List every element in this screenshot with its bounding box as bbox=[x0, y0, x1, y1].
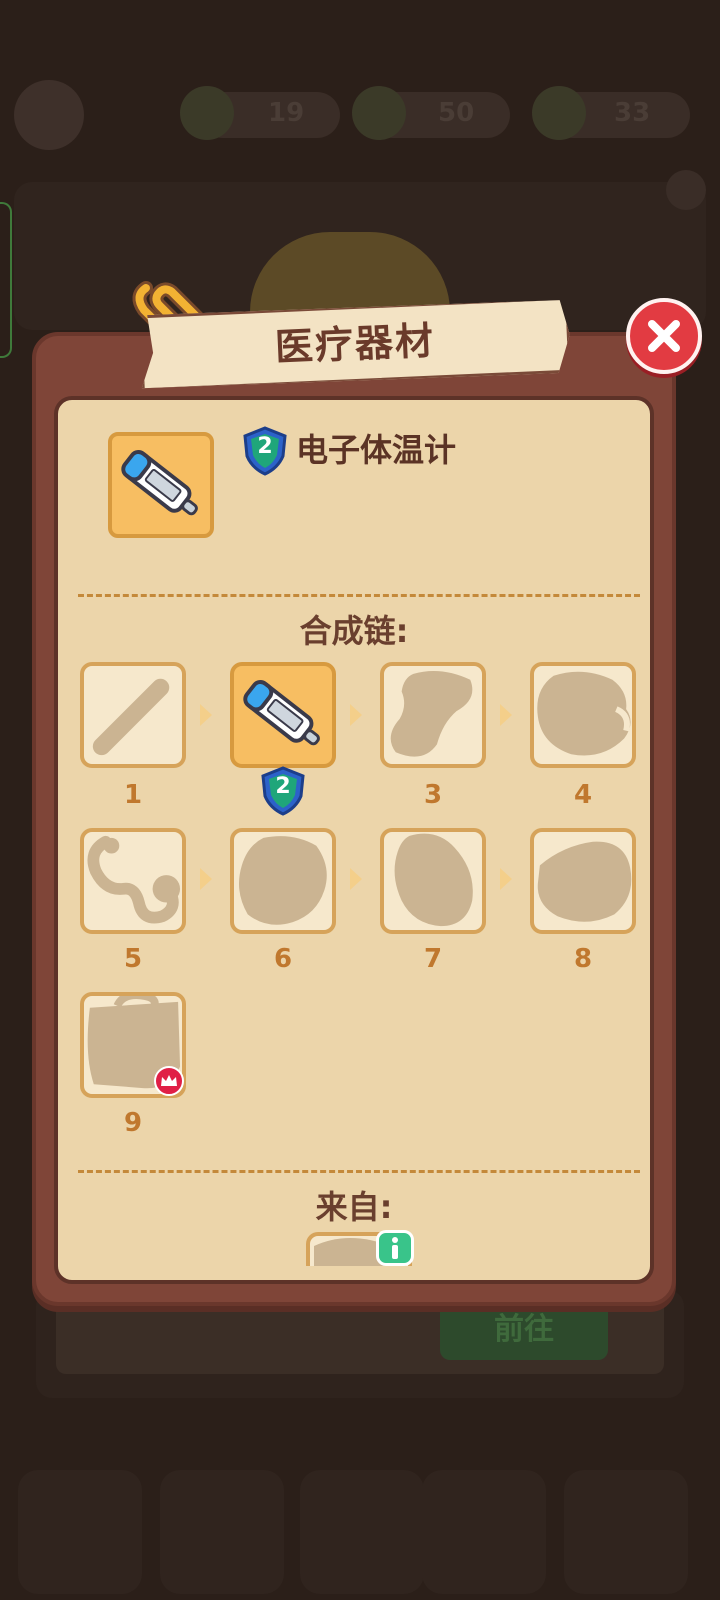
chain-item-number: 6 bbox=[273, 944, 293, 974]
chain-item-1[interactable] bbox=[80, 662, 186, 768]
crown-icon bbox=[161, 1075, 177, 1086]
info-icon bbox=[392, 1237, 398, 1259]
bottom-nav-slot bbox=[18, 1470, 142, 1594]
chain-item-4[interactable] bbox=[530, 662, 636, 768]
chevron-right-icon bbox=[350, 868, 362, 890]
item-name: 电子体温计 bbox=[296, 431, 457, 469]
locked-item-silhouette-icon bbox=[537, 841, 632, 922]
chain-item-5[interactable] bbox=[80, 828, 186, 934]
chain-item-6[interactable] bbox=[230, 828, 336, 934]
chain-item-number: 3 bbox=[423, 780, 443, 810]
locked-item-silhouette-icon bbox=[238, 836, 327, 925]
player-avatar bbox=[14, 80, 84, 150]
chevron-right-icon bbox=[350, 704, 362, 726]
stethoscope-silhouette-icon bbox=[87, 835, 181, 924]
chain-item-number: 7 bbox=[423, 944, 443, 974]
chain-item-number: 1 bbox=[123, 780, 143, 810]
thermometer-silhouette-icon bbox=[92, 678, 170, 756]
chain-item-8[interactable] bbox=[530, 828, 636, 934]
gem-value: 33 bbox=[614, 98, 651, 128]
locked-item-silhouette-icon bbox=[390, 670, 473, 757]
locked-item-silhouette-icon bbox=[537, 671, 631, 756]
info-icon bbox=[666, 170, 706, 210]
digital-thermometer-icon bbox=[243, 680, 320, 746]
bottom-nav-slot bbox=[564, 1470, 688, 1594]
side-tab bbox=[0, 202, 12, 358]
bottom-nav-slot bbox=[300, 1470, 424, 1594]
chevron-right-icon bbox=[500, 704, 512, 726]
chain-item-number: 5 bbox=[123, 944, 143, 974]
chain-item-7[interactable] bbox=[380, 828, 486, 934]
chevron-right-icon bbox=[200, 704, 212, 726]
close-button[interactable] bbox=[626, 298, 702, 374]
go-button: 前往 bbox=[440, 1300, 608, 1360]
source-info-button[interactable] bbox=[376, 1230, 414, 1266]
energy-icon bbox=[180, 86, 234, 140]
digital-thermometer-icon bbox=[121, 450, 198, 516]
chain-item-number: 4 bbox=[573, 780, 593, 810]
chain-item-number: 8 bbox=[573, 944, 593, 974]
merge-chain-title: 合成链: bbox=[299, 612, 409, 650]
chain-item-2[interactable] bbox=[230, 662, 336, 768]
energy-value: 19 bbox=[268, 98, 305, 128]
chain-item-3[interactable] bbox=[380, 662, 486, 768]
chevron-right-icon bbox=[500, 868, 512, 890]
divider bbox=[78, 594, 640, 597]
cash-value: 50 bbox=[438, 98, 475, 128]
source-title: 来自: bbox=[315, 1188, 393, 1226]
gem-icon bbox=[532, 86, 586, 140]
chain-item-number: 2 bbox=[275, 774, 291, 799]
bottom-nav-slot bbox=[160, 1470, 284, 1594]
max-level-badge bbox=[154, 1066, 184, 1096]
locked-item-silhouette-icon bbox=[394, 833, 473, 927]
chevron-right-icon bbox=[200, 868, 212, 890]
divider bbox=[78, 1170, 640, 1173]
item-level-label: 2 bbox=[257, 434, 273, 459]
chain-item-number: 9 bbox=[123, 1108, 143, 1138]
cash-icon bbox=[352, 86, 406, 140]
selected-item-slot bbox=[108, 432, 214, 538]
bottom-nav-slot bbox=[422, 1470, 546, 1594]
close-icon bbox=[648, 320, 680, 352]
